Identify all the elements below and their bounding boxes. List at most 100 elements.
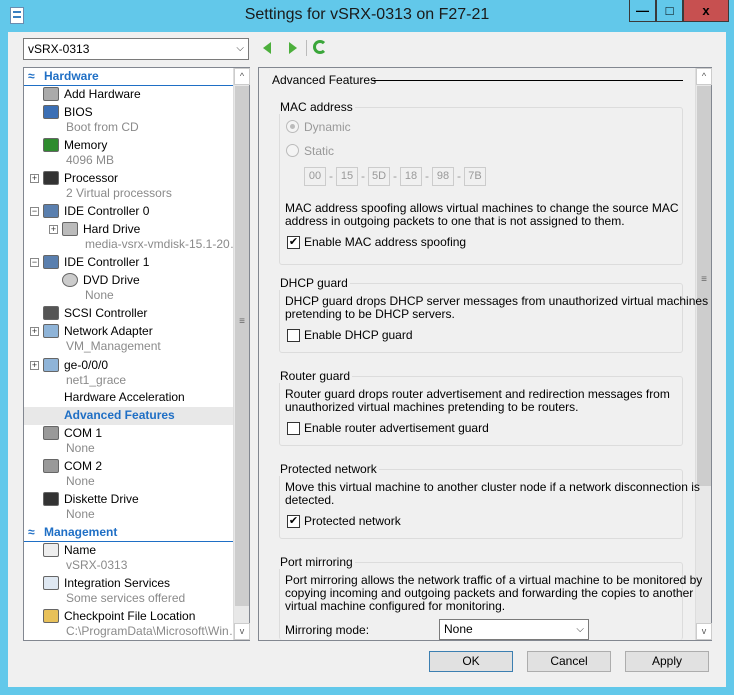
tree-item[interactable]: Processor xyxy=(64,171,118,186)
router-guard-checkbox[interactable] xyxy=(287,422,300,435)
mac-separator: - xyxy=(393,169,397,183)
tree-item-detail: None xyxy=(85,288,114,302)
protected-description: Move this virtual machine to another clu… xyxy=(285,480,700,494)
dhcp-guard-label: Enable DHCP guard xyxy=(304,328,413,342)
tree-item[interactable]: DVD Drive xyxy=(83,273,140,288)
mac-octet-field[interactable]: 5D xyxy=(368,167,390,186)
tree-item[interactable]: COM 1 xyxy=(64,426,102,441)
mac-octet-field[interactable]: 00 xyxy=(304,167,326,186)
tree-item[interactable]: IDE Controller 0 xyxy=(64,204,149,219)
tree-item[interactable]: Name xyxy=(64,543,96,558)
mac-spoofing-checkbox[interactable]: ✔ xyxy=(287,236,300,249)
tree-item[interactable]: Integration Services xyxy=(64,576,170,591)
dvd-drive-icon xyxy=(62,273,78,287)
network-adapter-icon xyxy=(43,358,59,372)
scroll-up-button[interactable]: ^ xyxy=(696,68,712,85)
refresh-icon[interactable] xyxy=(313,40,327,54)
static-label: Static xyxy=(304,144,335,158)
ok-button[interactable]: OK xyxy=(429,651,513,672)
mirroring-description: virtual machine configured for monitorin… xyxy=(285,599,506,613)
mac-separator: - xyxy=(457,169,461,183)
mirroring-mode-dropdown[interactable]: None ⌵ xyxy=(439,619,589,640)
collapse-chevron-icon[interactable]: ≈ xyxy=(28,525,35,540)
tree-scrollbar[interactable]: ^ ≡ v xyxy=(233,68,250,640)
tree-item-detail: C:\ProgramData\Microsoft\Win… xyxy=(66,624,241,638)
tree-item[interactable]: Add Hardware xyxy=(64,87,141,102)
panel-bottom-edge xyxy=(259,640,695,641)
header-rule xyxy=(24,541,234,542)
expand-toggle-icon[interactable]: + xyxy=(30,361,39,370)
toolbar-separator xyxy=(306,40,307,56)
header-rule xyxy=(24,85,234,86)
tree-item[interactable]: Checkpoint File Location xyxy=(64,609,195,624)
tree-item-detail: 2 Virtual processors xyxy=(66,186,172,200)
tree-item[interactable]: Advanced Features xyxy=(64,408,175,423)
router-description: unauthorized virtual machines pretending… xyxy=(285,400,579,414)
tree-item[interactable]: Diskette Drive xyxy=(64,492,139,507)
diskette-icon xyxy=(43,492,59,506)
mac-description: address in outgoing packets to one that … xyxy=(285,214,625,228)
expand-toggle-icon[interactable]: + xyxy=(49,225,58,234)
tree-item-detail: Some services offered xyxy=(66,591,186,605)
expand-toggle-icon[interactable]: + xyxy=(30,327,39,336)
group-title: Protected network xyxy=(278,462,379,476)
tree-item[interactable]: IDE Controller 1 xyxy=(64,255,149,270)
expand-toggle-icon[interactable]: − xyxy=(30,258,39,267)
details-scrollbar[interactable]: ^ ≡ v xyxy=(695,68,712,640)
scroll-thumb[interactable]: ≡ xyxy=(697,86,711,486)
tree-section-header[interactable]: Hardware xyxy=(44,69,99,84)
back-arrow-icon[interactable] xyxy=(263,42,271,54)
mac-octet-field[interactable]: 98 xyxy=(432,167,454,186)
forward-arrow-icon[interactable] xyxy=(289,42,297,54)
group-title: DHCP guard xyxy=(278,276,350,290)
tree-item[interactable]: Network Adapter xyxy=(64,324,153,339)
tree-item[interactable]: Hardware Acceleration xyxy=(64,390,185,405)
mac-separator: - xyxy=(361,169,365,183)
minimize-button[interactable]: — xyxy=(629,0,656,22)
static-radio[interactable] xyxy=(286,144,299,157)
tree-item[interactable]: ge-0/0/0 xyxy=(64,358,108,373)
com-port-icon xyxy=(43,459,59,473)
mirroring-mode-value: None xyxy=(444,622,473,636)
tree-item[interactable]: Hard Drive xyxy=(83,222,140,237)
dynamic-radio[interactable] xyxy=(286,120,299,133)
mac-octet-field[interactable]: 7B xyxy=(464,167,486,186)
tree-section-header[interactable]: Management xyxy=(44,525,117,540)
protected-network-label: Protected network xyxy=(304,514,401,528)
integration-services-icon xyxy=(43,576,59,590)
cancel-button[interactable]: Cancel xyxy=(527,651,611,672)
expand-toggle-icon[interactable]: + xyxy=(30,174,39,183)
tree-item-detail: None xyxy=(66,441,95,455)
vm-selector-dropdown[interactable]: vSRX-0313 ⌵ xyxy=(23,38,249,60)
mac-octet-field[interactable]: 18 xyxy=(400,167,422,186)
tree-item[interactable]: Memory xyxy=(64,138,107,153)
apply-button[interactable]: Apply xyxy=(625,651,709,672)
checkpoint-folder-icon xyxy=(43,609,59,623)
protected-description: detected. xyxy=(285,493,335,507)
hardware-tree: Hardware ≈ Add Hardware BIOS Boot from CD Mem… xyxy=(23,67,250,641)
tree-item[interactable]: SCSI Controller xyxy=(64,306,147,321)
maximize-button[interactable]: □ xyxy=(656,0,683,22)
scroll-down-button[interactable]: v xyxy=(696,623,712,640)
scroll-down-button[interactable]: v xyxy=(234,623,250,640)
scroll-up-button[interactable]: ^ xyxy=(234,68,250,85)
tree-item-detail: None xyxy=(66,507,95,521)
dhcp-description: pretending to be DHCP servers. xyxy=(285,307,455,321)
close-button[interactable]: x xyxy=(683,0,729,22)
add-hardware-icon xyxy=(43,87,59,101)
name-icon xyxy=(43,543,59,557)
tree-item[interactable]: BIOS xyxy=(64,105,93,120)
tree-item-detail: vSRX-0313 xyxy=(66,558,128,572)
collapse-chevron-icon[interactable]: ≈ xyxy=(28,69,35,84)
dhcp-guard-checkbox[interactable] xyxy=(287,329,300,342)
chevron-down-icon: ⌵ xyxy=(576,624,584,635)
mac-octet-field[interactable]: 15 xyxy=(336,167,358,186)
network-adapter-icon xyxy=(43,324,59,338)
protected-network-checkbox[interactable]: ✔ xyxy=(287,515,300,528)
group-title: Port mirroring xyxy=(278,555,355,569)
tree-item[interactable]: COM 2 xyxy=(64,459,102,474)
scsi-controller-icon xyxy=(43,306,59,320)
expand-toggle-icon[interactable]: − xyxy=(30,207,39,216)
bios-icon xyxy=(43,105,59,119)
scroll-thumb[interactable]: ≡ xyxy=(235,86,249,606)
